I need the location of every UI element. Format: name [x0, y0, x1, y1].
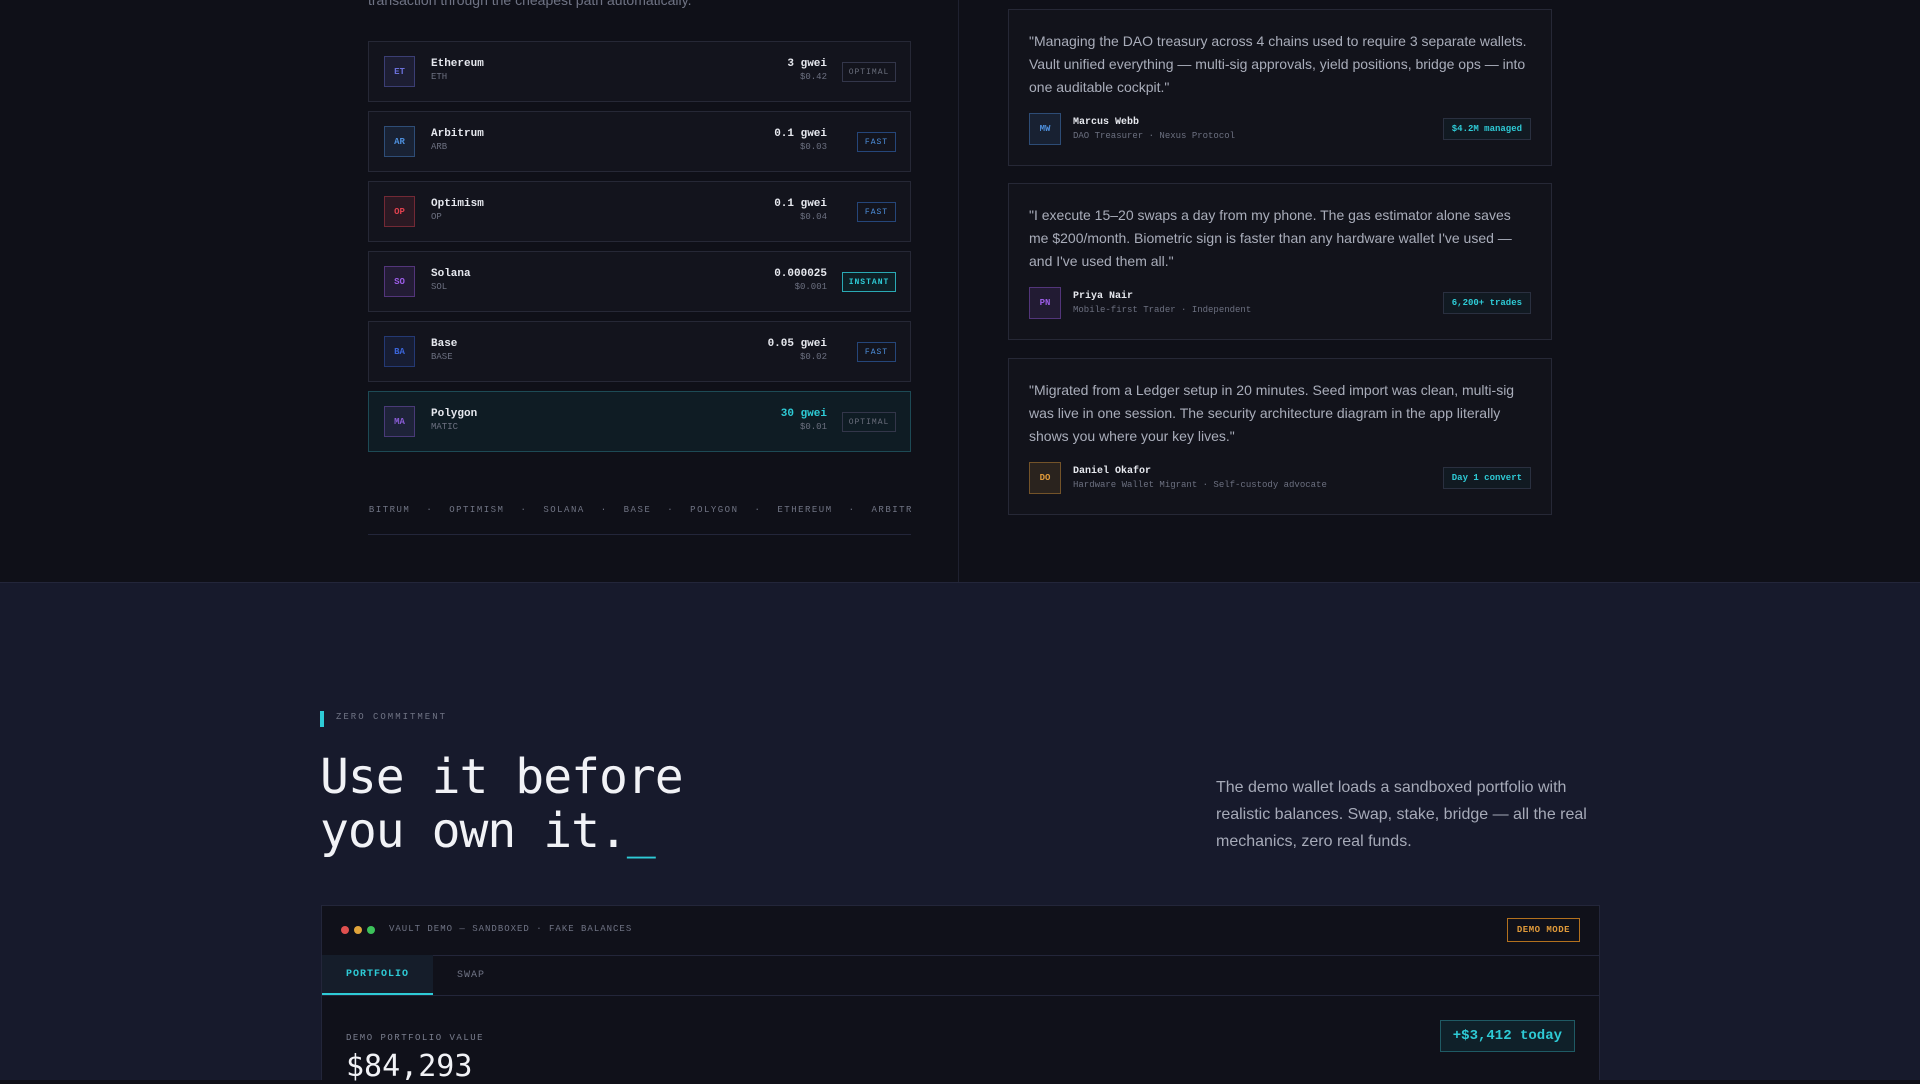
chain-symbol: BASE [431, 352, 453, 362]
ticker-item: RBITRUM [368, 505, 411, 515]
gas-price: 0.05 gwei [767, 338, 827, 350]
today-change-badge: +$3,412 today [1439, 1020, 1575, 1052]
gas-usd-cost: $0.03 [799, 142, 827, 152]
ticker-item: SOLANA [543, 505, 585, 515]
testimonial-quote: "I execute 15–20 swaps a day from my pho… [1029, 207, 1512, 269]
demo-eyebrow: ZERO COMMITMENT [336, 712, 448, 722]
chain-name: Solana [431, 268, 471, 280]
chain-name: Base [431, 338, 458, 350]
testimonial-stat-badge: $4.2M managed [1442, 118, 1531, 140]
portfolio-value-label: DEMO PORTFOLIO VALUE [346, 1033, 485, 1043]
gas-price: 3 gwei [787, 58, 827, 70]
demo-tabs: PORTFOLIO SWAP [322, 955, 1599, 996]
demo-headline-line-2: you own it. [320, 803, 628, 859]
chain-badge: ET [384, 56, 415, 87]
chain-badge: MA [384, 406, 415, 437]
demo-mode-badge: DEMO MODE [1506, 918, 1580, 942]
gas-usd-cost: $0.42 [799, 72, 827, 82]
chain-badge: OP [384, 196, 415, 227]
testimonial-card: "I execute 15–20 swaps a day from my pho… [1008, 183, 1552, 340]
speed-tag: FAST [857, 202, 896, 222]
chain-symbol: SOL [431, 282, 448, 292]
gas-and-testimonials-section: transaction through the cheapest path au… [0, 0, 1920, 582]
speed-tag: FAST [857, 132, 896, 152]
ticker-separator: · [667, 505, 675, 515]
speed-tag: INSTANT [842, 272, 896, 292]
chain-name: Polygon [431, 408, 478, 420]
ticker-separator: · [600, 505, 608, 515]
ticker-item: BASE [623, 505, 652, 515]
ticker-separator: · [848, 505, 856, 515]
chain-symbol: ARB [431, 142, 448, 152]
avatar: MW [1029, 113, 1061, 145]
chain-symbol: MATIC [431, 422, 459, 432]
gas-row-arbitrum[interactable]: AR Arbitrum ARB 0.1 gwei $0.03 FAST [368, 111, 911, 172]
chain-name: Arbitrum [431, 128, 484, 140]
speed-tag: OPTIMAL [842, 412, 896, 432]
ticker-item: ARBITRUM [871, 505, 911, 515]
testimonial-quote: "Managing the DAO treasury across 4 chai… [1029, 33, 1527, 95]
gas-usd-cost: $0.02 [799, 352, 827, 362]
gas-price: 0.1 gwei [774, 128, 827, 140]
gas-usd-cost: $0.01 [799, 422, 827, 432]
testimonial-role: Hardware Wallet Migrant · Self-custody a… [1073, 480, 1327, 490]
testimonial-quote: "Migrated from a Ledger setup in 20 minu… [1029, 382, 1515, 444]
eyebrow-accent-bar [320, 711, 324, 727]
ticker-item: OPTIMISM [449, 505, 505, 515]
chain-badge: BA [384, 336, 415, 367]
gas-usd-cost: $0.04 [799, 212, 827, 222]
demo-headline-line-1: Use it before [320, 749, 684, 805]
testimonial-stat-badge: Day 1 convert [1442, 467, 1531, 489]
portfolio-value: $84,293 [346, 1049, 473, 1084]
ticker-item: ETHEREUM [777, 505, 833, 515]
demo-headline: Use it before you own it._ [320, 749, 684, 859]
testimonial-name: Marcus Webb [1073, 117, 1140, 128]
window-maximize-dot-icon [367, 926, 375, 934]
gas-intro-text: transaction through the cheapest path au… [368, 0, 692, 8]
avatar: PN [1029, 287, 1061, 319]
testimonial-name: Daniel Okafor [1073, 466, 1152, 477]
gas-price: 30 gwei [780, 408, 827, 420]
gas-price: 0.000025 [774, 268, 827, 280]
tab-portfolio[interactable]: PORTFOLIO [322, 955, 433, 995]
gas-row-base[interactable]: BA Base BASE 0.05 gwei $0.02 FAST [368, 321, 911, 382]
ticker-item: POLYGON [690, 505, 739, 515]
speed-tag: OPTIMAL [842, 62, 896, 82]
chain-name: Optimism [431, 198, 484, 210]
avatar: DO [1029, 462, 1061, 494]
chain-symbol: OP [431, 212, 442, 222]
demo-description: The demo wallet loads a sandboxed portfo… [1216, 779, 1587, 850]
chain-symbol: ETH [431, 72, 448, 82]
testimonial-card: "Managing the DAO treasury across 4 chai… [1008, 9, 1552, 166]
chain-badge: AR [384, 126, 415, 157]
tab-swap[interactable]: SWAP [457, 955, 485, 995]
ticker-separator: · [754, 505, 762, 515]
chain-name: Ethereum [431, 58, 484, 70]
demo-wallet-window: VAULT DEMO — SANDBOXED · FAKE BALANCES D… [321, 905, 1600, 1084]
testimonial-stat-badge: 6,200+ trades [1442, 292, 1531, 314]
chain-ticker-track: RBITRUM · OPTIMISM · SOLANA · BASE · POLYGON · ETH… [368, 505, 911, 515]
gas-row-ethereum[interactable]: ET Ethereum ETH 3 gwei $0.42 OPTIMAL [368, 41, 911, 102]
gas-price: 0.1 gwei [774, 198, 827, 210]
section-divider-vertical [958, 0, 959, 582]
ticker-separator: · [520, 505, 528, 515]
demo-window-title: VAULT DEMO — SANDBOXED · FAKE BALANCES [389, 924, 633, 934]
testimonial-role: Mobile-first Trader · Independent [1073, 305, 1252, 315]
chain-badge: SO [384, 266, 415, 297]
demo-window-titlebar: VAULT DEMO — SANDBOXED · FAKE BALANCES D… [322, 906, 1599, 956]
blinking-cursor: _ [626, 803, 656, 859]
testimonial-name: Priya Nair [1073, 291, 1134, 302]
testimonial-card: "Migrated from a Ledger setup in 20 minu… [1008, 358, 1552, 515]
testimonial-role: DAO Treasurer · Nexus Protocol [1073, 131, 1236, 141]
gas-row-optimism[interactable]: OP Optimism OP 0.1 gwei $0.04 FAST [368, 181, 911, 242]
chain-ticker: RBITRUM · OPTIMISM · SOLANA · BASE · POLYGON · ETH… [368, 494, 911, 535]
speed-tag: FAST [857, 342, 896, 362]
gas-row-solana[interactable]: SO Solana SOL 0.000025 $0.001 INSTANT [368, 251, 911, 312]
window-close-dot-icon [341, 926, 349, 934]
ticker-separator: · [426, 505, 434, 515]
window-minimize-dot-icon [354, 926, 362, 934]
gas-row-polygon[interactable]: MA Polygon MATIC 30 gwei $0.01 OPTIMAL [368, 391, 911, 452]
gas-usd-cost: $0.001 [794, 282, 827, 292]
